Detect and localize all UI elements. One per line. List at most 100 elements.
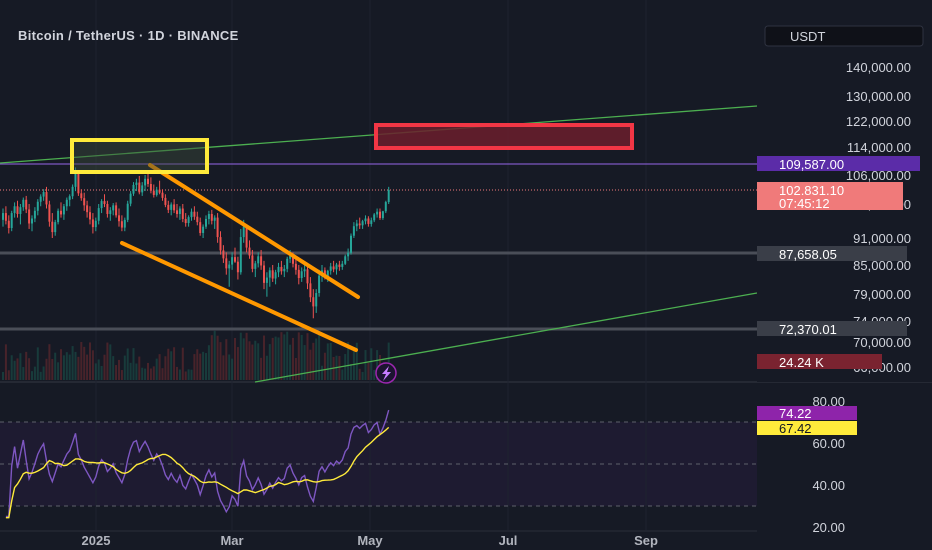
candle-body xyxy=(80,193,83,199)
volume-bar xyxy=(236,347,239,380)
chart-canvas[interactable]: Bitcoin / TetherUS · 1D · BINANCE USDT 140… xyxy=(0,0,932,550)
candle-body xyxy=(71,186,74,197)
volume-bar xyxy=(91,350,94,380)
volume-bar xyxy=(222,355,225,380)
candle-body xyxy=(234,257,236,262)
volume-bar xyxy=(187,369,190,380)
candle-body xyxy=(283,268,286,272)
x-tick-label: Mar xyxy=(220,533,243,548)
volume-bar xyxy=(83,346,86,380)
volume-bar xyxy=(202,351,205,380)
volume-bar xyxy=(367,362,370,380)
rsi-tick-label: 40.00 xyxy=(812,478,845,493)
volume-bar xyxy=(57,362,60,380)
volume-bar xyxy=(321,365,323,380)
volume-bar xyxy=(193,354,196,380)
volume-bar xyxy=(167,348,170,380)
candle-body xyxy=(25,199,28,210)
volume-bar xyxy=(115,365,118,380)
red-target-box[interactable] xyxy=(374,123,634,150)
candle-body xyxy=(13,206,16,214)
price-tag-label: 24.24 K xyxy=(779,355,824,370)
currency-button-bg[interactable] xyxy=(764,25,924,47)
candle-body xyxy=(370,220,373,224)
lightning-icon[interactable] xyxy=(375,362,397,384)
candle-body xyxy=(181,208,184,219)
volume-bar xyxy=(89,342,91,380)
candle-body xyxy=(199,222,202,234)
falling-channel-top[interactable] xyxy=(148,163,360,299)
candle-body xyxy=(57,210,60,223)
candle-body xyxy=(184,218,187,224)
volume-bar xyxy=(149,368,152,380)
candle-body xyxy=(167,204,170,210)
candle-body xyxy=(158,189,161,193)
candle-body xyxy=(216,217,219,238)
volume-bar xyxy=(176,366,178,380)
volume-bar xyxy=(280,332,283,380)
candle-body xyxy=(213,217,216,221)
price-tick-label: 130,000.00 xyxy=(846,89,911,104)
volume-bar xyxy=(132,348,135,380)
currency-button-label[interactable]: USDT xyxy=(790,29,825,44)
candle-body xyxy=(358,223,361,226)
candle-body xyxy=(65,199,68,207)
candle-body xyxy=(300,271,303,279)
volume-bar xyxy=(181,347,184,380)
candle-body xyxy=(231,257,234,265)
volume-bar xyxy=(74,351,77,380)
candle-body xyxy=(268,270,271,278)
volume-bar xyxy=(231,358,234,380)
candle-body xyxy=(376,211,379,215)
volume-bar xyxy=(370,348,373,380)
candle-body xyxy=(141,185,144,193)
volume-bar xyxy=(178,369,181,380)
candle-body xyxy=(219,237,222,251)
candle-body xyxy=(387,190,390,203)
candle-body xyxy=(36,201,39,211)
price-tag: 24.24 K xyxy=(757,354,882,370)
volume-bar xyxy=(297,332,300,380)
volume-bar xyxy=(126,348,129,380)
volume-bar xyxy=(68,354,71,380)
volume-bar xyxy=(80,342,83,380)
rsi-value-label: 74.22 xyxy=(779,406,812,421)
candle-body xyxy=(45,192,48,205)
currency-button[interactable]: USDT xyxy=(764,25,924,47)
volume-bar xyxy=(97,359,100,380)
volume-bar xyxy=(263,335,265,380)
chart-title: Bitcoin / TetherUS · 1D · BINANCE xyxy=(18,28,239,43)
candle-body xyxy=(39,196,42,202)
volume-bar xyxy=(268,344,271,380)
x-tick-label: May xyxy=(357,533,383,548)
candle-body xyxy=(103,201,106,204)
volume-bar xyxy=(152,366,155,380)
candle-body xyxy=(149,183,152,191)
price-tag: 87,658.05 xyxy=(757,246,907,262)
volume-bar xyxy=(213,330,216,380)
candle-body xyxy=(83,198,86,206)
candle-body xyxy=(170,204,173,210)
volume-bar xyxy=(144,368,147,380)
price-tag: 109,587.00 xyxy=(757,156,920,172)
candle-body xyxy=(315,293,318,307)
volume-bar xyxy=(36,347,39,380)
volume-bar xyxy=(225,339,228,380)
x-tick-label: Jul xyxy=(499,533,518,548)
candle-body xyxy=(7,220,10,229)
candle-body xyxy=(176,210,178,214)
yellow-zone-box[interactable] xyxy=(70,138,209,174)
candle-body xyxy=(251,255,254,269)
volume-bar xyxy=(271,337,274,380)
candle-body xyxy=(129,193,132,204)
falling-channel-bottom[interactable] xyxy=(120,241,358,352)
candle-body xyxy=(100,201,103,209)
volume-bar xyxy=(48,344,51,380)
candle-body xyxy=(74,172,77,187)
volume-bar xyxy=(129,362,132,380)
candle-body xyxy=(379,211,381,219)
candle-body xyxy=(152,190,155,195)
volume-bar xyxy=(312,342,315,380)
volume-bar xyxy=(184,371,187,380)
price-tick-label: 70,000.00 xyxy=(853,335,911,350)
